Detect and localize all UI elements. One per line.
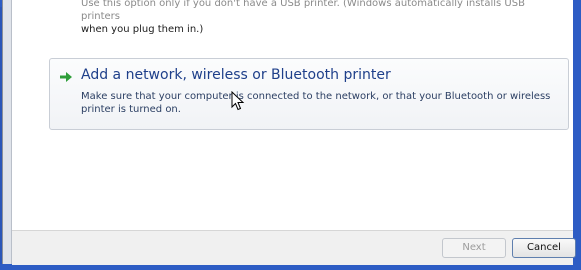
dialog-footer: Next Cancel [12, 230, 576, 265]
option-title: Add a network, wireless or Bluetooth pri… [81, 67, 391, 83]
next-button[interactable]: Next [442, 238, 506, 258]
green-arrow-icon [60, 72, 72, 82]
previous-option-desc-line1: Use this option only if you don't have a… [81, 0, 525, 22]
add-printer-dialog: Use this option only if you don't have a… [2, 0, 576, 265]
window-frame [3, 0, 12, 264]
cancel-button[interactable]: Cancel [512, 238, 576, 258]
desktop-background-right [572, 0, 581, 270]
option-description: Make sure that your computer is connecte… [81, 91, 551, 115]
add-network-printer-option[interactable]: Add a network, wireless or Bluetooth pri… [49, 58, 569, 130]
previous-option-description: Use this option only if you don't have a… [81, 0, 551, 36]
mouse-cursor-icon [231, 91, 245, 111]
previous-option-desc-line2: when you plug them in.) [81, 24, 204, 35]
